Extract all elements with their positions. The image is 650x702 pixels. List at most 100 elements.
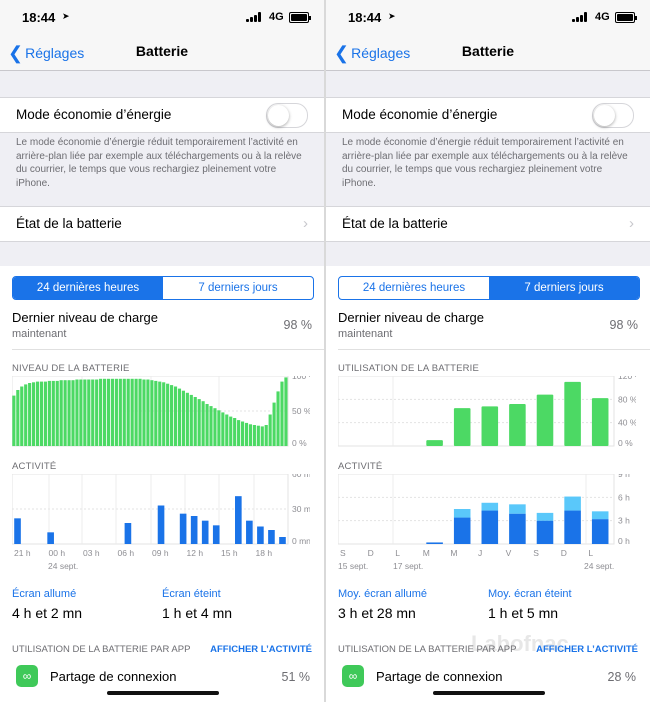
y-tick-label: 40 % <box>618 418 636 428</box>
last-charge-value: 98 % <box>609 318 639 332</box>
battery-level-bar <box>233 418 237 446</box>
apps-header: UTILISATION DE LA BATTERIE PAR APP <box>12 644 191 655</box>
battery-level-bar <box>87 379 91 446</box>
activity-title: ACTIVITÉ <box>12 461 57 472</box>
last-charge-label: Dernier niveau de charge <box>338 310 484 325</box>
battery-level-bar <box>130 378 134 446</box>
show-activity-link[interactable]: AFFICHER L’ACTIVITÉ <box>536 644 638 655</box>
battery-level-bar <box>284 377 288 446</box>
battery-level-bar <box>193 397 197 446</box>
app-row[interactable]: ∞ Partage de connexion 51 % <box>0 659 324 695</box>
segment-7d[interactable]: 7 derniers jours <box>163 277 313 299</box>
segment-7d[interactable]: 7 derniers jours <box>489 277 639 299</box>
low-power-label: Mode économie d’énergie <box>16 107 172 122</box>
low-power-toggle[interactable] <box>266 103 308 128</box>
x-tick-label: M <box>450 548 457 558</box>
segment-24h[interactable]: 24 dernières heures <box>339 277 489 299</box>
y-tick-label: 0 h <box>618 536 630 546</box>
battery-level-bar <box>126 378 130 446</box>
x-tick-label: M <box>423 548 430 558</box>
usage-panel: 24 dernières heures 7 derniers jours Der… <box>326 266 650 702</box>
x-tick-label: 03 h <box>83 548 100 558</box>
battery-level-bar <box>110 378 115 446</box>
battery-health-row[interactable]: État de la batterie › <box>0 206 324 242</box>
show-activity-link[interactable]: AFFICHER L’ACTIVITÉ <box>210 644 312 655</box>
battery-level-bar <box>217 410 221 446</box>
battery-level-bar <box>158 381 162 446</box>
battery-level-bar <box>173 386 178 446</box>
page-title: Batterie <box>461 43 515 59</box>
activity-bar <box>212 525 220 544</box>
home-indicator <box>433 691 545 695</box>
x-tick-label: 18 h <box>256 548 273 558</box>
screen-24h: 18:44 ➤ 4G ❮ Réglages Batterie Mode écono… <box>0 0 324 702</box>
x-tick-label: S <box>533 548 539 558</box>
activity-bar <box>124 523 132 544</box>
y-tick-label: 9 h <box>618 474 630 479</box>
y-tick-label: 6 h <box>618 492 630 502</box>
x-tick-label: V <box>506 548 512 558</box>
app-row[interactable]: ∞ Partage de connexion 28 % <box>326 659 650 695</box>
battery-level-bar <box>63 380 67 446</box>
battery-level-bar <box>177 388 182 446</box>
low-power-label: Mode économie d’énergie <box>342 107 498 122</box>
y-tick-label: 100 % <box>292 376 310 381</box>
clock: 18:44 <box>348 10 382 25</box>
x-tick-label: 12 h <box>187 548 204 558</box>
battery-health-row[interactable]: État de la batterie › <box>326 206 650 242</box>
hotspot-icon: ∞ <box>16 665 38 687</box>
last-charge-sub: maintenant <box>12 328 67 340</box>
period-segmented-control: 24 dernières heures 7 derniers jours <box>338 276 640 300</box>
activity-title: ACTIVITÉ <box>338 461 383 472</box>
battery-level-bar <box>166 383 170 446</box>
last-charge-value: 98 % <box>283 318 313 332</box>
screen-on-bar <box>509 513 526 544</box>
battery-level-bar <box>244 422 249 446</box>
battery-level-bar <box>122 378 126 446</box>
date-label: 15 sept. <box>338 561 368 571</box>
battery-level-bar <box>12 395 16 446</box>
date-label: 24 sept. <box>584 561 614 571</box>
hotspot-icon: ∞ <box>342 665 364 687</box>
date-label: 17 sept. <box>393 561 423 571</box>
screen-on-bar <box>536 520 554 544</box>
activity-bar <box>246 520 253 544</box>
battery-level-bar <box>114 378 118 446</box>
screen-on-bar <box>564 510 581 544</box>
x-tick-label: 09 h <box>152 548 169 558</box>
network-type: 4G <box>269 11 284 23</box>
y-tick-label: 80 % <box>618 394 636 404</box>
battery-usage-bar <box>536 394 554 446</box>
battery-level-bar <box>256 425 260 446</box>
battery-level-bar <box>154 380 158 446</box>
network-type: 4G <box>595 11 610 23</box>
screen-on-bar <box>426 542 443 544</box>
low-power-row: Mode économie d’énergie <box>0 97 324 133</box>
avg-screen-on-value: 3 h et 28 mn <box>338 605 416 621</box>
activity-bar <box>179 513 187 544</box>
activity-bar <box>235 496 242 544</box>
screen-7d: 18:44 ➤ 4G ❮ Réglages Batterie Mode écono… <box>326 0 650 702</box>
low-power-toggle[interactable] <box>592 103 634 128</box>
battery-usage-title: UTILISATION DE LA BATTERIE <box>338 363 480 374</box>
x-tick-label: L <box>588 548 593 558</box>
x-tick-label: 06 h <box>118 548 135 558</box>
navigation-bar: ❮ Réglages Batterie <box>326 34 650 71</box>
activity-bar <box>201 520 209 544</box>
activity-bar <box>279 537 286 544</box>
battery-level-bar <box>51 380 55 446</box>
x-tick-label: D <box>561 548 567 558</box>
battery-level-bar <box>213 408 217 446</box>
battery-level-bar <box>24 384 28 446</box>
activity-bar <box>47 532 54 544</box>
battery-level-bar <box>181 390 185 446</box>
battery-level-bar <box>99 378 103 446</box>
x-tick-label: 21 h <box>14 548 31 558</box>
segment-24h[interactable]: 24 dernières heures <box>13 277 163 299</box>
battery-level-bar <box>95 379 99 446</box>
location-arrow-icon: ➤ <box>62 11 70 21</box>
battery-level-bar <box>47 380 51 446</box>
low-power-description: Le mode économie d’énergie réduit tempor… <box>342 137 628 189</box>
battery-level-bar <box>83 379 87 446</box>
signal-icon <box>572 12 588 22</box>
